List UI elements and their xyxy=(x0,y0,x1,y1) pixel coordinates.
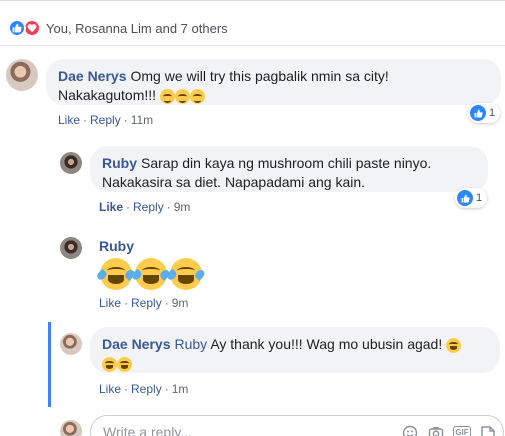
like-link[interactable]: Like xyxy=(99,200,123,214)
avatar-dae-nerys[interactable] xyxy=(6,59,38,91)
reply-bubble: Ruby Sarap din kaya ng mushroom chili pas… xyxy=(90,146,488,192)
timestamp[interactable]: 11m xyxy=(131,113,153,127)
like-icon xyxy=(8,19,26,37)
tears-of-joy-icon xyxy=(95,258,137,290)
like-icon xyxy=(470,105,486,121)
avatar-current-user xyxy=(60,420,82,436)
reply-actions: Like · Reply · 1m xyxy=(99,382,189,396)
reply-text: Ay thank you!!! Wag mo ubusin agad! xyxy=(210,336,443,352)
avatar-dae-nerys[interactable] xyxy=(60,333,82,355)
reply-text: Sarap din kaya ng mushroom chili paste n… xyxy=(141,155,432,171)
timestamp[interactable]: 9m xyxy=(174,200,191,214)
reply-actions: Like · Reply · 9m xyxy=(99,200,191,214)
like-link[interactable]: Like xyxy=(99,382,121,396)
smiling-face-icon xyxy=(189,88,205,104)
reply-link[interactable]: Reply xyxy=(90,113,121,127)
reply-link[interactable]: Reply xyxy=(131,296,162,310)
thread-highlight-bar xyxy=(48,322,51,407)
top-border xyxy=(0,0,505,1)
reply-bubble: Dae Nerys Ruby Ay thank you!!! Wag mo ubu… xyxy=(90,327,500,373)
timestamp[interactable]: 9m xyxy=(172,296,189,310)
reply-input[interactable] xyxy=(103,424,383,436)
emoji-icon[interactable] xyxy=(401,424,419,436)
gif-icon[interactable]: GIF xyxy=(453,424,471,436)
like-count: 1 xyxy=(489,107,496,119)
tears-of-joy-icon xyxy=(117,356,132,372)
avatar-ruby[interactable] xyxy=(60,237,82,259)
reply-author[interactable]: Ruby xyxy=(102,155,137,171)
camera-icon[interactable] xyxy=(427,424,445,436)
divider xyxy=(0,45,505,46)
sticker-icon[interactable] xyxy=(479,424,497,436)
reply-author[interactable]: Dae Nerys xyxy=(102,336,171,352)
reply-author[interactable]: Ruby xyxy=(99,238,138,254)
tears-of-joy-icon xyxy=(446,337,462,353)
timestamp[interactable]: 1m xyxy=(172,382,189,396)
reactions-summary[interactable]: You, Rosanna Lim and 7 others xyxy=(8,19,228,37)
tears-of-joy-icon xyxy=(130,258,172,290)
like-icon xyxy=(457,190,473,206)
like-link[interactable]: Like xyxy=(99,296,121,310)
smiling-face-icon xyxy=(159,88,175,104)
comment-text-line2: Nakakagutom!!! xyxy=(58,87,157,103)
tears-of-joy-icon xyxy=(165,258,207,290)
comment-author[interactable]: Dae Nerys xyxy=(58,68,127,84)
like-count: 1 xyxy=(476,192,483,204)
reply-actions: Like · Reply · 9m xyxy=(99,296,189,310)
reply-link[interactable]: Reply xyxy=(133,200,164,214)
emoji-row xyxy=(95,258,207,290)
reply-text-line2: Nakakasira sa diet. Napapadami ang kain. xyxy=(102,174,366,190)
comment-bubble: Dae Nerys Omg we will try this pagbalik n… xyxy=(46,59,501,105)
reactions-text[interactable]: You, Rosanna Lim and 7 others xyxy=(46,21,228,36)
like-link[interactable]: Like xyxy=(58,113,80,127)
comment-like-count[interactable]: 1 xyxy=(468,103,501,123)
reply-link[interactable]: Reply xyxy=(131,382,162,396)
mention-link[interactable]: Ruby xyxy=(175,336,208,352)
reply-composer[interactable]: GIF xyxy=(90,415,504,436)
reply-like-count[interactable]: 1 xyxy=(455,188,488,208)
composer-icons: GIF xyxy=(401,424,497,436)
comment-text: Omg we will try this pagbalik nmin sa ci… xyxy=(130,68,389,84)
smiling-face-icon xyxy=(174,88,190,104)
avatar-ruby[interactable] xyxy=(60,152,82,174)
comment-actions: Like · Reply · 11m xyxy=(58,113,154,127)
tears-of-joy-icon xyxy=(102,356,117,372)
